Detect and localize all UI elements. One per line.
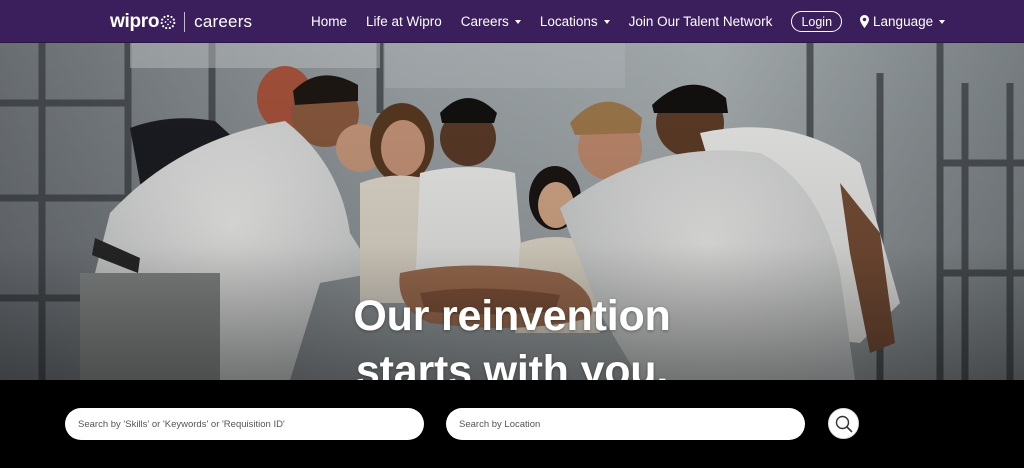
keyword-search-input[interactable] xyxy=(65,408,424,440)
brand-logo[interactable]: wipro careers xyxy=(110,0,252,43)
hero-headline-line-2: starts with you. xyxy=(355,347,669,380)
nav-careers-label: Careers xyxy=(460,14,509,29)
location-search-input[interactable] xyxy=(446,408,805,440)
brand-divider xyxy=(184,11,186,32)
language-selector[interactable]: Language xyxy=(860,14,946,29)
chevron-down-icon xyxy=(514,20,521,24)
hero-headline: Our reinvention starts with you. xyxy=(0,289,1024,380)
nav-home-label: Home xyxy=(311,14,348,29)
nav-locations-label: Locations xyxy=(539,14,598,29)
language-label: Language xyxy=(873,14,934,29)
job-search-bar xyxy=(0,380,1024,468)
login-button[interactable]: Login xyxy=(791,11,843,32)
wipro-logo-text: wipro xyxy=(110,10,160,32)
hero-headline-line-1: Our reinvention xyxy=(353,292,671,340)
brand-section-label: careers xyxy=(194,11,253,31)
location-pin-icon xyxy=(860,15,870,28)
wipro-dots-icon xyxy=(160,14,176,30)
hero-banner: Our reinvention starts with you. xyxy=(0,43,1024,380)
nav-home[interactable]: Home xyxy=(311,14,347,29)
nav-locations[interactable]: Locations xyxy=(540,14,610,29)
search-button[interactable] xyxy=(828,408,859,439)
nav-life-label: Life at Wipro xyxy=(366,14,442,29)
chevron-down-icon xyxy=(939,20,946,24)
search-icon xyxy=(835,415,852,432)
nav-careers[interactable]: Careers xyxy=(461,14,521,29)
top-navbar: wipro careers Home Life at Wipro Careers… xyxy=(0,0,1024,43)
nav-talent-network[interactable]: Join Our Talent Network xyxy=(629,14,773,29)
chevron-down-icon xyxy=(603,20,610,24)
nav-life-at-wipro[interactable]: Life at Wipro xyxy=(366,14,442,29)
nav-talent-label: Join Our Talent Network xyxy=(628,14,773,29)
wipro-wordmark: wipro xyxy=(110,11,176,33)
nav-menu: Home Life at Wipro Careers Locations Joi… xyxy=(311,0,946,43)
